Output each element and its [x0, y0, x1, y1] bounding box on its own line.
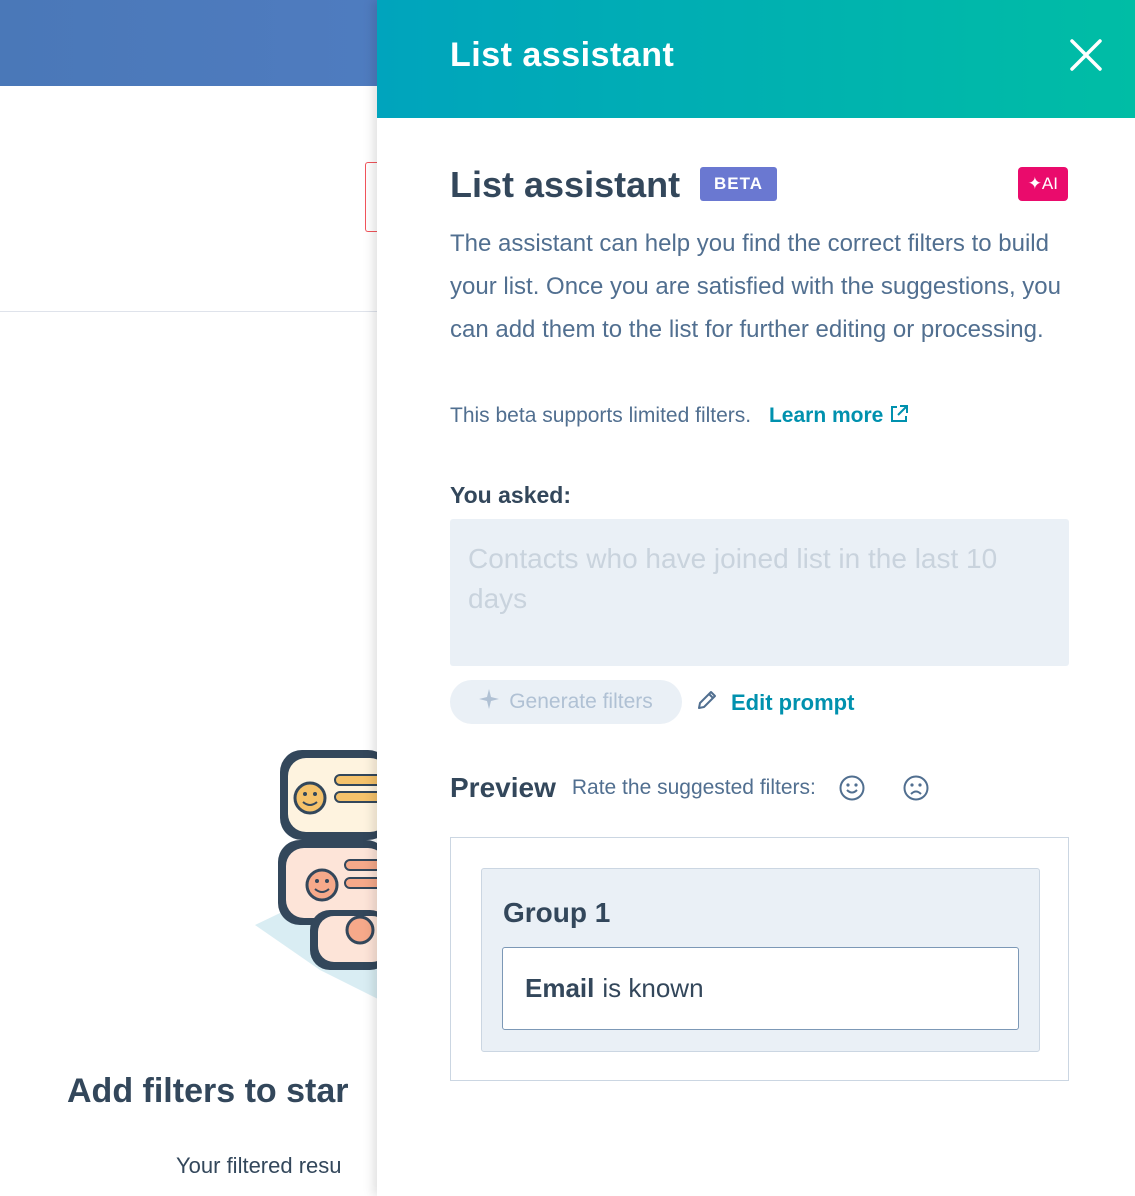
beta-badge: BETA — [700, 167, 778, 201]
filter-card[interactable]: Email is known — [502, 947, 1019, 1030]
close-icon[interactable] — [1069, 38, 1103, 72]
app-header-bar — [0, 0, 400, 86]
learn-more-label: Learn more — [768, 404, 884, 427]
panel-header: List assistant — [377, 0, 1135, 118]
preview-box: Group 1 Email is known — [450, 837, 1069, 1081]
filter-property: Email — [525, 973, 595, 1003]
prompt-textarea[interactable]: Contacts who have joined list in the las… — [450, 519, 1069, 666]
empty-state-illustration — [250, 730, 390, 1015]
assistant-description: The assistant can help you find the corr… — [450, 230, 1061, 343]
assistant-title: List assistant — [450, 164, 681, 205]
filter-group: Group 1 Email is known — [481, 868, 1040, 1052]
preview-row: Preview Rate the suggested filters: — [450, 772, 930, 804]
learn-more-link[interactable]: Learn more — [769, 404, 909, 427]
edit-prompt-button[interactable]: Edit prompt — [695, 688, 854, 718]
pencil-icon — [695, 688, 719, 718]
frown-icon[interactable] — [902, 774, 930, 802]
beta-note-text: This beta supports limited filters. — [450, 404, 752, 427]
rate-label: Rate the suggested filters: — [571, 776, 816, 799]
assistant-title-row: List assistant BETA ✦AI — [450, 162, 1068, 208]
smile-icon[interactable] — [838, 774, 866, 802]
you-asked-label: You asked: — [450, 482, 571, 508]
list-toolbar — [0, 86, 400, 312]
generate-filters-label: Generate filters — [509, 690, 653, 713]
group-title: Group 1 — [503, 897, 611, 928]
generate-filters-button[interactable]: Generate filters — [450, 680, 682, 724]
external-link-icon — [889, 404, 909, 430]
panel-header-title: List assistant — [450, 36, 675, 74]
ai-badge: ✦AI — [1017, 167, 1068, 201]
empty-state-subtitle: Your filtered resu — [176, 1153, 342, 1178]
filter-condition: is known — [602, 973, 704, 1003]
edit-prompt-label: Edit prompt — [731, 690, 855, 715]
beta-note: This beta supports limited filters. Lear… — [450, 404, 909, 430]
empty-state-title: Add filters to star — [67, 1072, 349, 1110]
list-assistant-panel: List assistant List assistant BETA ✦AI T… — [377, 0, 1135, 1196]
sparkle-icon — [479, 689, 500, 715]
preview-title: Preview — [450, 772, 556, 803]
